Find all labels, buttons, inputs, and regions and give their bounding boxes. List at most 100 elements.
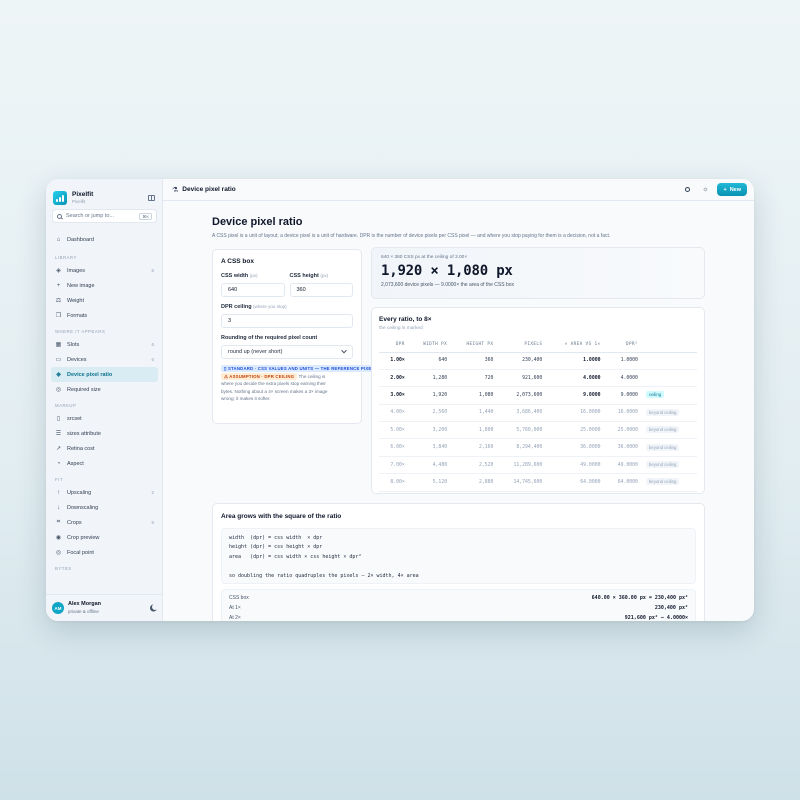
moon-icon[interactable] [152, 604, 158, 610]
sidebar-item-aspect[interactable]: ◔ Aspect [51, 456, 158, 471]
sidebar-item-sizes-attribute[interactable]: ☰ sizes attribute [51, 426, 158, 441]
cell-pixels: 14,745,600 [497, 473, 547, 492]
standard-tag: ▯ STANDARD · CSS VALUES AND UNITS — THE … [221, 365, 378, 372]
sidebar-item-required-size[interactable]: ◎ Required size [51, 382, 158, 397]
sidebar-item-downscaling[interactable]: ↓ Downscaling [51, 500, 158, 515]
page-description: A CSS pixel is a unit of layout; a devic… [212, 233, 611, 239]
cell-width: 2,560 [408, 404, 452, 423]
sidebar-item-weight[interactable]: ⚖ Weight [51, 293, 158, 308]
card-title: Every ratio, to 8× [379, 316, 432, 323]
cell-pixels: 2,073,600 [497, 386, 547, 405]
sidebar-item-new-image[interactable]: + New image [51, 278, 158, 293]
cell-dpr-squared: 25.0000 [604, 421, 642, 440]
section-where: WHERE IT APPEARS [55, 329, 106, 334]
css-width-label: CSS width [221, 273, 249, 279]
shortcut-badge: ⌘K [139, 212, 152, 220]
cell-height: 2,520 [451, 456, 498, 475]
cell-height: 360 [451, 352, 498, 370]
search-input[interactable]: Search or jump to... ⌘K [52, 209, 157, 223]
home-icon: ⌂ [56, 236, 61, 243]
avatar: AM [52, 602, 64, 614]
plus-icon: + [56, 282, 61, 289]
area-card: Area grows with the square of the ratio … [212, 503, 705, 621]
cell-height: 1,080 [451, 386, 498, 405]
ratio-table: DPR WIDTH PX HEIGHT PX PIXELS × AREA VS … [379, 338, 697, 492]
layers-icon: ◈ [56, 268, 61, 274]
cell-dpr-squared: 9.0000 [604, 386, 642, 405]
grid-icon: ▦ [55, 342, 62, 348]
calc-row: At 2× 921,600 px² — 4.0000× [229, 615, 688, 621]
copy-icon: ❐ [55, 313, 62, 319]
sun-icon: ☼ [702, 186, 709, 193]
sidebar-item-crop-preview[interactable]: ◉ Crop preview [51, 530, 158, 545]
ceiling-badge: ceiling [645, 391, 665, 399]
cell-dpr: 3.00× [379, 386, 409, 405]
table-row: 3.00× 1,920 1,080 2,073,600 9.0000 9.0000 ceil… [379, 386, 697, 405]
sidebar-item-upscaling[interactable]: ↑ Upscaling 2 [51, 485, 158, 500]
sidebar-item-focal-point[interactable]: ◎ Focal point [51, 545, 158, 560]
eye-icon: ◉ [55, 535, 62, 541]
cell-dpr: 1.00× [379, 352, 409, 370]
css-height-input[interactable]: 360 [289, 283, 353, 297]
arrow-up-icon: ↑ [57, 489, 60, 496]
plus-icon: + [723, 186, 727, 193]
table-row: 6.00× 3,840 2,160 8,294,400 36.0000 36.0000 be… [379, 438, 697, 457]
cell-dpr-squared: 4.0000 [604, 369, 642, 388]
theme-toggle[interactable]: ☼ [699, 184, 711, 196]
section-markup: MARKUP [55, 403, 77, 408]
scale-icon: ⚖ [55, 298, 62, 304]
beyond-ceiling-badge: beyond ceiling [645, 461, 680, 469]
ratio-table-card: Every ratio, to 8× the ceiling is marked… [371, 307, 705, 494]
cell-area: 9.0000 [546, 386, 605, 405]
logo-icon [53, 191, 67, 205]
cell-width: 640 [408, 352, 452, 370]
sidebar-item-images[interactable]: ◈ Images 6 [51, 263, 158, 278]
col-dpr: DPR [379, 338, 409, 353]
sidebar-item-retina-cost[interactable]: ↗ Retina cost [51, 441, 158, 456]
cell-area: 1.0000 [546, 352, 605, 370]
sidebar-item-dashboard[interactable]: ⌂ Dashboard [51, 232, 158, 247]
app-subtitle: Pixelfit [72, 199, 86, 204]
sidebar-item-devices[interactable]: ▭ Devices 6 [51, 352, 158, 367]
cell-note [641, 369, 697, 388]
sidebar: Pixelfit Pixelfit Search or jump to... ⌘… [46, 179, 163, 621]
file-icon: ▯ [56, 416, 61, 422]
new-button[interactable]: + New [717, 183, 747, 196]
cell-dpr-squared: 64.0000 [604, 473, 642, 492]
cell-dpr-squared: 49.0000 [604, 456, 642, 475]
cell-dpr: 6.00× [379, 438, 409, 457]
sidebar-item-srcset[interactable]: ▯ srcset [51, 411, 158, 426]
sidebar-nav: ⌂ Dashboard LIBRARY ◈ Images 6 + New ima… [46, 232, 162, 574]
sidebar-item-device-pixel-ratio[interactable]: ◈ Device pixel ratio [51, 367, 158, 382]
card-title: Area grows with the square of the ratio [221, 513, 342, 520]
cell-note: beyond ceiling [641, 404, 697, 423]
sidebar-toggle-icon[interactable] [148, 195, 155, 201]
cell-dpr: 2.00× [379, 369, 409, 388]
topbar: ⚗ Device pixel ratio ☼ + New [163, 179, 754, 201]
cell-note: beyond ceiling [641, 438, 697, 457]
cell-width: 1,280 [408, 369, 452, 388]
sidebar-item-slots[interactable]: ▦ Slots 6 [51, 337, 158, 352]
cell-note: ceiling [641, 386, 697, 405]
user-panel[interactable]: AM Alex Morgan private & offline [46, 594, 162, 621]
rounding-select[interactable]: round up (never short) [221, 345, 353, 359]
cell-dpr: 7.00× [379, 456, 409, 475]
search-button[interactable] [681, 184, 693, 196]
cell-height: 2,160 [451, 438, 498, 457]
sidebar-item-formats[interactable]: ❐ Formats [51, 308, 158, 323]
result-card: 640 × 360 CSS px at the ceiling of 3.00×… [371, 247, 705, 299]
cell-pixels: 11,289,600 [497, 456, 547, 475]
css-width-input[interactable]: 640 [221, 283, 285, 297]
chevron-down-icon [341, 347, 347, 354]
dpr-ceiling-label: DPR ceiling [221, 304, 252, 310]
list-icon: ☰ [55, 431, 62, 437]
result-caption: 640 × 360 CSS px at the ceiling of 3.00× [381, 255, 468, 260]
dpr-ceiling-input[interactable]: 3 [221, 314, 353, 328]
cell-dpr-squared: 36.0000 [604, 438, 642, 457]
cell-dpr: 5.00× [379, 421, 409, 440]
user-status: private & offline [68, 609, 99, 614]
main-area: ⚗ Device pixel ratio ☼ + New Device pixel… [163, 179, 754, 621]
ceiling-note: ▯ STANDARD · CSS VALUES AND UNITS — THE … [221, 365, 378, 403]
result-value: 1,920 × 1,080 px [381, 263, 513, 279]
sidebar-item-crops[interactable]: ⌗ Crops 5 [51, 515, 158, 530]
